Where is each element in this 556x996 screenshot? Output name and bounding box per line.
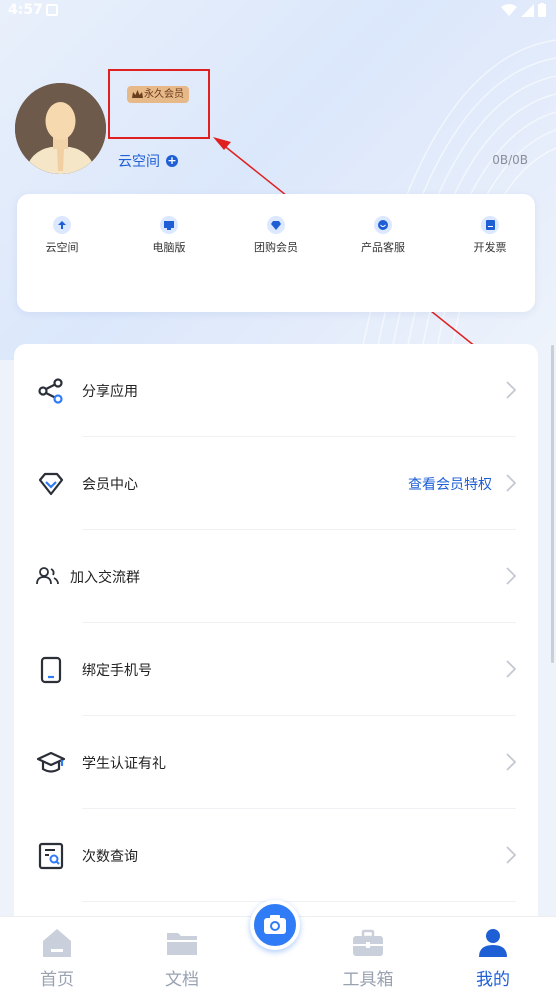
- home-icon: [43, 929, 71, 957]
- toolbox-icon: [353, 929, 383, 956]
- status-bar: 4:57: [0, 0, 556, 22]
- chevron-right-icon: [506, 381, 516, 399]
- scrollbar[interactable]: [551, 345, 554, 663]
- annotation-highlight-box: [108, 69, 210, 139]
- search-document-icon: [38, 842, 64, 870]
- divider: [82, 901, 516, 902]
- camera-icon: [264, 915, 286, 934]
- user-icon: [479, 929, 507, 957]
- avatar-person-icon: [15, 83, 106, 174]
- invoice-icon: [481, 216, 499, 234]
- menu-item-usage-query[interactable]: 次数查询: [14, 809, 538, 902]
- quick-action-cloud-space[interactable]: 云空间: [17, 216, 107, 255]
- quick-action-label: 开发票: [473, 241, 507, 254]
- menu-item-bind-phone[interactable]: 绑定手机号: [14, 623, 538, 716]
- quick-action-desktop[interactable]: 电脑版: [124, 216, 214, 255]
- chevron-right-icon: [506, 846, 516, 864]
- quick-action-group-buy[interactable]: 团购会员: [231, 216, 321, 255]
- menu-item-label: 学生认证有礼: [82, 756, 166, 772]
- storage-usage: 0B/0B: [492, 153, 528, 167]
- notification-icon: [46, 4, 58, 16]
- quick-actions-card: 云空间 电脑版 团购会员 产品客服 开发票: [17, 194, 535, 312]
- quick-action-label: 团购会员: [254, 241, 298, 254]
- cloud-upload-icon: [53, 216, 71, 234]
- phone-icon: [40, 656, 62, 684]
- status-indicators: [501, 3, 546, 17]
- tab-toolbox[interactable]: 工具箱: [328, 927, 408, 990]
- tab-home[interactable]: 首页: [17, 927, 97, 990]
- chevron-right-icon: [506, 474, 516, 492]
- tab-mine[interactable]: 我的: [453, 927, 533, 990]
- camera-button[interactable]: [250, 900, 300, 950]
- folder-icon: [167, 933, 197, 955]
- tab-label: 工具箱: [342, 970, 394, 990]
- chevron-right-icon: [506, 660, 516, 678]
- quick-action-invoice[interactable]: 开发票: [445, 216, 535, 255]
- menu-item-label: 绑定手机号: [82, 663, 152, 679]
- quick-action-label: 电脑版: [152, 241, 186, 254]
- graduation-cap-icon: [37, 751, 65, 773]
- plus-icon: +: [166, 154, 178, 167]
- group-icon: [36, 567, 59, 585]
- avatar[interactable]: [15, 83, 106, 174]
- chevron-right-icon: [506, 753, 516, 771]
- view-member-privileges-link[interactable]: 查看会员特权: [408, 474, 492, 494]
- tab-label: 首页: [40, 970, 74, 990]
- wifi-icon: [501, 3, 517, 16]
- menu-item-student-verification[interactable]: 学生认证有礼: [14, 716, 538, 809]
- menu-item-label: 次数查询: [82, 849, 138, 865]
- menu-card: 分享应用 会员中心 查看会员特权 加入交流群 绑定手机号 学生认证有礼 次数查询: [14, 344, 538, 964]
- signal-icon: [521, 3, 534, 17]
- quick-action-support[interactable]: 产品客服: [338, 216, 428, 255]
- quick-action-label: 云空间: [45, 241, 79, 254]
- status-time: 4:57: [8, 2, 43, 18]
- tab-label: 我的: [476, 970, 510, 990]
- battery-icon: [538, 3, 546, 17]
- menu-item-label: 分享应用: [82, 384, 138, 400]
- menu-item-label: 会员中心: [82, 477, 138, 493]
- diamond-icon: [267, 216, 285, 234]
- monitor-icon: [160, 216, 178, 234]
- cloud-space-label: 云空间: [118, 154, 160, 170]
- chat-icon: [374, 216, 392, 234]
- menu-item-join-group[interactable]: 加入交流群: [14, 530, 538, 623]
- chevron-right-icon: [506, 567, 516, 585]
- diamond-icon: [38, 472, 64, 496]
- quick-action-label: 产品客服: [361, 241, 405, 254]
- tab-documents[interactable]: 文档: [142, 927, 222, 990]
- menu-item-share-app[interactable]: 分享应用: [14, 344, 538, 437]
- cloud-space-link[interactable]: 云空间 +: [118, 151, 178, 171]
- menu-item-label: 加入交流群: [70, 570, 140, 586]
- share-icon: [38, 378, 63, 404]
- menu-item-member-center[interactable]: 会员中心 查看会员特权: [14, 437, 538, 530]
- tab-label: 文档: [165, 970, 199, 990]
